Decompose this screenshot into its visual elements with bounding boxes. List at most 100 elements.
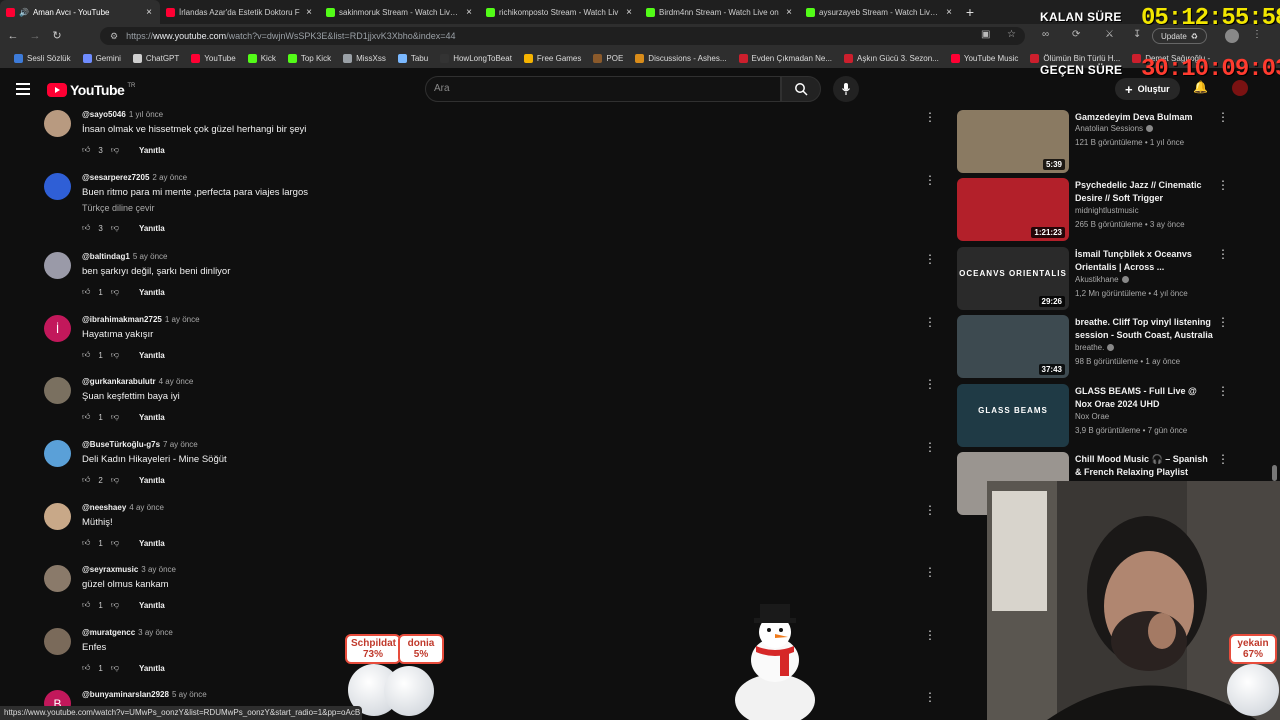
related-video-item[interactable]: 1:21:23 Psychedelic Jazz // Cinematic Des… [957,178,1237,242]
reply-button[interactable]: Yanıtla [139,601,165,610]
comment-more-icon[interactable]: ⋮ [924,440,936,454]
like-icon[interactable]: 👍︎ [82,538,90,548]
reply-button[interactable]: Yanıtla [139,224,165,233]
reply-button[interactable]: Yanıtla [139,146,165,155]
video-title[interactable]: breathe. Cliff Top vinyl listening sessi… [1075,316,1215,342]
bookmark-item[interactable]: Evden Çıkmadan Ne... [738,53,832,63]
comment-author[interactable]: @sesarperez7205 2 ay önce [82,173,187,182]
youtube-logo[interactable]: YouTube TR [47,82,135,98]
bookmark-item[interactable]: Free Games [523,53,581,63]
bookmark-item[interactable]: Tabu [397,53,428,63]
video-title[interactable]: İsmail Tunçbilek x Oceanvs Orientalis | … [1075,248,1215,274]
like-icon[interactable]: 👍︎ [82,350,90,360]
video-thumbnail[interactable]: OCEANVS ORIENTALIS 29:26 [957,247,1069,310]
reply-button[interactable]: Yanıtla [139,476,165,485]
related-video-item[interactable]: 37:43 breathe. Cliff Top vinyl listening … [957,315,1237,379]
browser-tab[interactable]: Birdm4nn Stream - Watch Live on × [640,0,800,24]
audio-playing-icon[interactable]: 🔊 [19,8,29,17]
voice-search-button[interactable] [833,76,859,102]
bookmark-item[interactable]: Top Kick [287,53,331,63]
close-tab-icon[interactable]: × [784,7,794,18]
comment-more-icon[interactable]: ⋮ [924,628,936,642]
bookmark-item[interactable]: MissXss [343,53,386,63]
comment-avatar[interactable] [44,252,71,279]
translate-link[interactable]: Türkçe diline çevir [82,203,155,213]
comment-author[interactable]: @gurkankarabulutr 4 ay önce [82,377,193,386]
dislike-icon[interactable]: 👎︎ [111,538,119,548]
video-thumbnail[interactable]: GLASS BEAMS [957,384,1069,447]
browser-tab[interactable]: richikomposto Stream - Watch Liv × [480,0,640,24]
reply-button[interactable]: Yanıtla [139,351,165,360]
video-more-icon[interactable]: ⋮ [1217,452,1229,466]
video-title[interactable]: Psychedelic Jazz // Cinematic Desire // … [1075,179,1215,205]
back-icon[interactable]: ← [6,29,20,43]
video-channel[interactable]: midnightlustmusic [1075,206,1139,215]
comment-avatar[interactable] [44,503,71,530]
comment-more-icon[interactable]: ⋮ [924,690,936,704]
dislike-icon[interactable]: 👎︎ [111,663,119,673]
comment-avatar[interactable]: İ [44,315,71,342]
dislike-icon[interactable]: 👎︎ [111,412,119,422]
comment-author[interactable]: @bunyaminarslan2928 5 ay önce [82,690,207,699]
comment-author[interactable]: @muratgencc 3 ay önce [82,628,173,637]
reply-button[interactable]: Yanıtla [139,413,165,422]
site-info-icon[interactable]: ⚙ [110,31,118,42]
reply-button[interactable]: Yanıtla [139,288,165,297]
comment-author[interactable]: @baltindag1 5 ay önce [82,252,168,261]
comment-more-icon[interactable]: ⋮ [924,565,936,579]
video-thumbnail[interactable]: 1:21:23 [957,178,1069,241]
comment-author[interactable]: @sayo5046 1 yıl önce [82,110,163,119]
bookmark-item[interactable]: HowLongToBeat [440,53,512,63]
video-channel[interactable]: Akustikhane [1075,275,1129,284]
comment-avatar[interactable] [44,440,71,467]
install-app-icon[interactable]: ▣ [981,29,990,43]
related-video-item[interactable]: 5:39 Gamzedeyim Deva Bulmam Anatolian Sess… [957,110,1237,174]
comment-avatar[interactable] [44,565,71,592]
comment-more-icon[interactable]: ⋮ [924,315,936,329]
video-channel[interactable]: Nox Orae [1075,412,1109,421]
related-video-item[interactable]: GLASS BEAMS GLASS BEAMS - Full Live @ Nox… [957,384,1237,448]
video-channel[interactable]: breathe. [1075,343,1115,352]
comment-author[interactable]: @neeshaey 4 ay önce [82,503,164,512]
like-icon[interactable]: 👍︎ [82,223,90,233]
bookmark-item[interactable]: POE [593,53,623,63]
video-more-icon[interactable]: ⋮ [1217,384,1229,398]
like-icon[interactable]: 👍︎ [82,412,90,422]
bookmark-star-icon[interactable]: ☆ [1007,29,1016,43]
comment-more-icon[interactable]: ⋮ [924,252,936,266]
like-icon[interactable]: 👍︎ [82,287,90,297]
address-bar[interactable]: ⚙ https://www.youtube.com/watch?v=dwjnWs… [100,27,1025,45]
video-thumbnail[interactable]: 5:39 [957,110,1069,173]
comment-author[interactable]: @seyraxmusic 3 ay önce [82,565,176,574]
dislike-icon[interactable]: 👎︎ [111,145,119,155]
bookmark-item[interactable]: Kick [247,53,276,63]
new-tab-button[interactable]: + [960,4,980,20]
comment-avatar[interactable] [44,173,71,200]
search-input[interactable]: Ara [425,76,781,102]
bookmark-item[interactable]: ChatGPT [132,53,179,63]
bookmark-item[interactable]: YouTube Music [950,53,1018,63]
video-more-icon[interactable]: ⋮ [1217,178,1229,192]
dislike-icon[interactable]: 👎︎ [111,600,119,610]
video-channel[interactable]: Anatolian Sessions [1075,124,1154,133]
bookmark-item[interactable]: Gemini [82,53,121,63]
like-icon[interactable]: 👍︎ [82,663,90,673]
video-thumbnail[interactable]: 37:43 [957,315,1069,378]
related-video-item[interactable]: OCEANVS ORIENTALIS 29:26 İsmail Tunçbilek … [957,247,1237,311]
video-title[interactable]: GLASS BEAMS - Full Live @ Nox Orae 2024 … [1075,385,1215,411]
bookmark-item[interactable]: Aşkın Gücü 3. Sezon... [844,53,939,63]
comment-author[interactable]: @ibrahimakman2725 1 ay önce [82,315,200,324]
video-more-icon[interactable]: ⋮ [1217,247,1229,261]
comment-more-icon[interactable]: ⋮ [924,377,936,391]
close-tab-icon[interactable]: × [144,7,154,18]
comment-avatar[interactable] [44,110,71,137]
like-icon[interactable]: 👍︎ [82,600,90,610]
comment-more-icon[interactable]: ⋮ [924,503,936,517]
close-tab-icon[interactable]: × [944,7,954,18]
reply-button[interactable]: Yanıtla [139,664,165,673]
bookmark-item[interactable]: YouTube [191,53,236,63]
video-more-icon[interactable]: ⋮ [1217,110,1229,124]
dislike-icon[interactable]: 👎︎ [111,287,119,297]
bookmark-item[interactable]: Sesli Sözlük [14,53,71,63]
forward-icon[interactable]: → [28,29,42,43]
